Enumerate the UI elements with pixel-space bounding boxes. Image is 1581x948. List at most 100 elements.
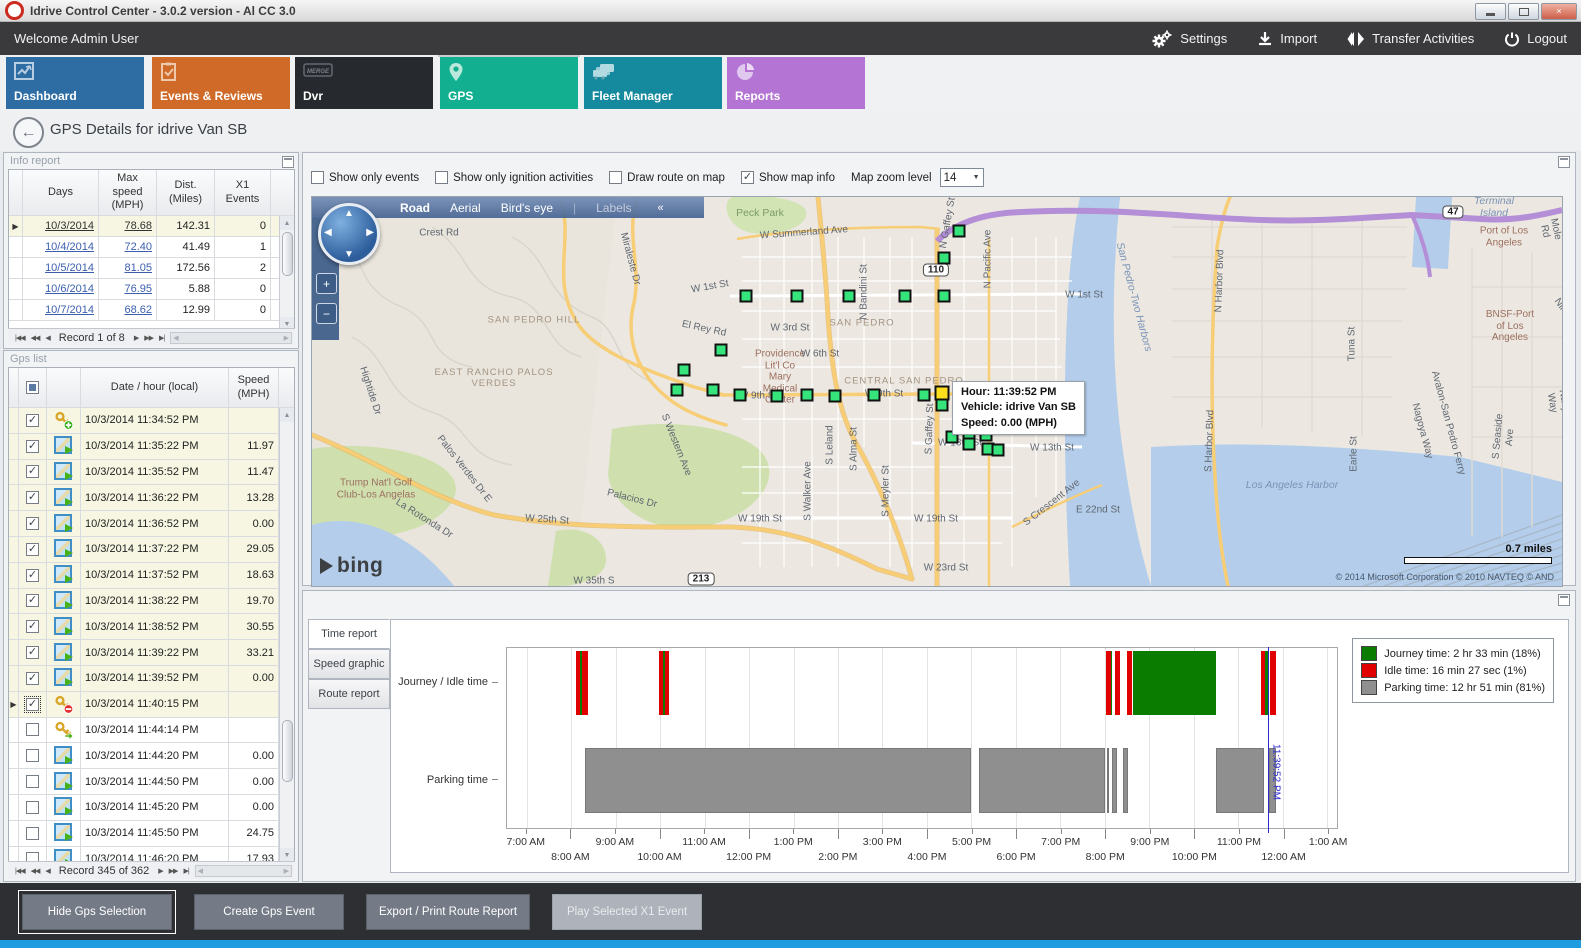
map-zoom-in-button[interactable]: + bbox=[316, 273, 337, 294]
column-header[interactable]: Max speed (MPH) bbox=[99, 170, 157, 215]
gps-row[interactable]: ✓10/3/2014 11:37:52 PM18.63 bbox=[9, 563, 294, 589]
gps-row[interactable]: ✓10/3/2014 11:37:22 PM29.05 bbox=[9, 537, 294, 563]
pager-prev-icon[interactable]: |◀◀ bbox=[15, 334, 25, 342]
table-row[interactable]: 10/4/201472.4041.491 bbox=[9, 237, 294, 258]
hscroll-left-icon[interactable]: ◀ bbox=[198, 867, 203, 875]
gps-row[interactable]: ✓10/3/2014 11:38:52 PM30.55 bbox=[9, 614, 294, 640]
pager-prev-icon[interactable]: ◀ bbox=[45, 334, 49, 342]
gps-row[interactable]: 10/3/2014 11:45:20 PM0.00 bbox=[9, 795, 294, 821]
scroll-up-icon[interactable]: ▲ bbox=[280, 216, 294, 230]
info-table-scrollbar[interactable]: ▲▼ bbox=[279, 216, 294, 331]
row-checkbox[interactable]: ✓ bbox=[26, 543, 39, 556]
column-header[interactable]: Dist. (Miles) bbox=[157, 170, 215, 215]
tab-dvr[interactable]: MERGEDvr bbox=[295, 57, 433, 109]
expand-panel-button[interactable] bbox=[282, 156, 294, 168]
gps-marker[interactable] bbox=[740, 290, 753, 303]
gps-marker[interactable] bbox=[801, 389, 814, 402]
row-checkbox[interactable] bbox=[26, 723, 39, 736]
gps-row[interactable]: ✓10/3/2014 11:39:52 PM0.00 bbox=[9, 666, 294, 692]
pager-prev-icon[interactable]: ◀ bbox=[45, 867, 49, 875]
map-compass[interactable]: ▲▼ ◀▶ bbox=[318, 203, 380, 265]
map-view-aerial[interactable]: Aerial bbox=[450, 201, 481, 215]
export-print-route-report-button[interactable]: Export / Print Route Report bbox=[366, 894, 530, 930]
minimize-button[interactable] bbox=[1475, 3, 1506, 20]
map-zoom-select[interactable]: 14▼ bbox=[940, 168, 984, 187]
row-checkbox[interactable] bbox=[26, 801, 39, 814]
gps-row[interactable]: ✓10/3/2014 11:39:22 PM33.21 bbox=[9, 640, 294, 666]
gps-marker[interactable] bbox=[843, 290, 856, 303]
row-checkbox[interactable] bbox=[26, 749, 39, 762]
gps-marker[interactable] bbox=[829, 390, 842, 403]
gps-marker[interactable] bbox=[938, 290, 951, 303]
map-option-show-map-info[interactable]: ✓Show map info bbox=[741, 171, 835, 184]
table-row[interactable]: 10/5/201481.05172.562 bbox=[9, 258, 294, 279]
gps-row[interactable]: ✓10/3/2014 11:35:22 PM11.97 bbox=[9, 434, 294, 460]
chart-tab-time-report[interactable]: Time report bbox=[308, 619, 390, 649]
gps-row[interactable]: ✓10/3/2014 11:34:52 PM bbox=[9, 408, 294, 434]
gps-row[interactable]: ✓10/3/2014 11:36:52 PM0.00 bbox=[9, 511, 294, 537]
day-link[interactable]: 10/4/2014 bbox=[45, 241, 94, 253]
tab-gps[interactable]: GPS bbox=[440, 57, 578, 109]
select-all-checkbox[interactable] bbox=[26, 381, 39, 394]
gps-row[interactable]: ✓10/3/2014 11:36:22 PM13.28 bbox=[9, 485, 294, 511]
row-checkbox[interactable]: ✓ bbox=[26, 672, 39, 685]
pager-next-icon[interactable]: ▶| bbox=[183, 867, 188, 875]
expand-panel-button[interactable] bbox=[1558, 156, 1570, 168]
pager-hscrollbar[interactable]: ◀▶ bbox=[170, 332, 292, 344]
scroll-thumb[interactable] bbox=[282, 232, 293, 276]
pager-next-icon[interactable]: ▶ bbox=[134, 334, 138, 342]
row-checkbox[interactable]: ✓ bbox=[26, 440, 39, 453]
row-checkbox[interactable]: ✓ bbox=[26, 594, 39, 607]
gps-row[interactable]: ▶✓10/3/2014 11:40:15 PM bbox=[9, 692, 294, 718]
option-checkbox[interactable] bbox=[311, 171, 324, 184]
row-checkbox[interactable]: ✓ bbox=[26, 517, 39, 530]
row-checkbox[interactable] bbox=[26, 775, 39, 788]
map-option-draw-route-on-map[interactable]: Draw route on map bbox=[609, 171, 725, 184]
scroll-up-icon[interactable]: ▲ bbox=[280, 408, 294, 422]
header-action-transfer-activities[interactable]: Transfer Activities bbox=[1347, 30, 1474, 48]
scroll-down-icon[interactable]: ▼ bbox=[280, 848, 294, 862]
map-view-labels[interactable]: Labels bbox=[596, 201, 631, 215]
gps-marker[interactable] bbox=[734, 389, 747, 402]
row-checkbox[interactable]: ✓ bbox=[26, 414, 39, 427]
gps-row[interactable]: ✓10/3/2014 11:35:52 PM11.47 bbox=[9, 460, 294, 486]
gps-marker[interactable] bbox=[671, 384, 684, 397]
gps-marker[interactable] bbox=[992, 444, 1005, 457]
selected-gps-marker[interactable] bbox=[935, 386, 950, 401]
table-row[interactable]: 10/6/201476.955.880 bbox=[9, 279, 294, 300]
max-speed-link[interactable]: 78.68 bbox=[124, 220, 152, 232]
tab-fleet-manager[interactable]: Fleet Manager bbox=[584, 57, 722, 109]
max-speed-link[interactable]: 68.62 bbox=[124, 304, 152, 316]
gps-row[interactable]: 10/3/2014 11:44:14 PM bbox=[9, 718, 294, 744]
gps-marker[interactable] bbox=[771, 390, 784, 403]
pager-prev-icon[interactable]: ◀◀ bbox=[31, 867, 40, 875]
gps-row[interactable]: 10/3/2014 11:44:50 PM0.00 bbox=[9, 769, 294, 795]
gps-marker[interactable] bbox=[715, 344, 728, 357]
row-checkbox[interactable]: ✓ bbox=[26, 465, 39, 478]
tab-events-reviews[interactable]: Events & Reviews bbox=[152, 57, 290, 109]
map-option-show-only-ignition-activities[interactable]: Show only ignition activities bbox=[435, 171, 593, 184]
pager-next-icon[interactable]: ▶| bbox=[159, 334, 164, 342]
gps-table-scrollbar[interactable]: ▲▼ bbox=[279, 408, 294, 862]
max-speed-link[interactable]: 81.05 bbox=[124, 262, 152, 274]
gps-row[interactable]: ✓10/3/2014 11:38:22 PM19.70 bbox=[9, 589, 294, 615]
gps-marker[interactable] bbox=[791, 290, 804, 303]
gps-marker[interactable] bbox=[938, 252, 951, 265]
column-header[interactable]: Days bbox=[23, 170, 99, 215]
hscroll-right-icon[interactable]: ▶ bbox=[284, 867, 289, 875]
column-header[interactable]: X1 Events bbox=[215, 170, 271, 215]
hscroll-left-icon[interactable]: ◀ bbox=[173, 334, 178, 342]
map[interactable]: Crest RdMiraleste DrPeck ParkW Summerlan… bbox=[311, 196, 1563, 587]
pager-prev-icon[interactable]: ◀◀ bbox=[31, 334, 40, 342]
day-link[interactable]: 10/5/2014 bbox=[45, 262, 94, 274]
gps-marker[interactable] bbox=[953, 225, 966, 238]
option-checkbox[interactable] bbox=[609, 171, 622, 184]
row-checkbox[interactable]: ✓ bbox=[26, 569, 39, 582]
header-action-settings[interactable]: Settings bbox=[1151, 30, 1227, 48]
day-link[interactable]: 10/3/2014 bbox=[45, 220, 94, 232]
chart-tab-speed-graphic[interactable]: Speed graphic bbox=[308, 649, 390, 679]
tab-reports[interactable]: Reports bbox=[727, 57, 865, 109]
row-checkbox[interactable] bbox=[26, 827, 39, 840]
option-checkbox[interactable]: ✓ bbox=[741, 171, 754, 184]
gps-marker[interactable] bbox=[899, 290, 912, 303]
